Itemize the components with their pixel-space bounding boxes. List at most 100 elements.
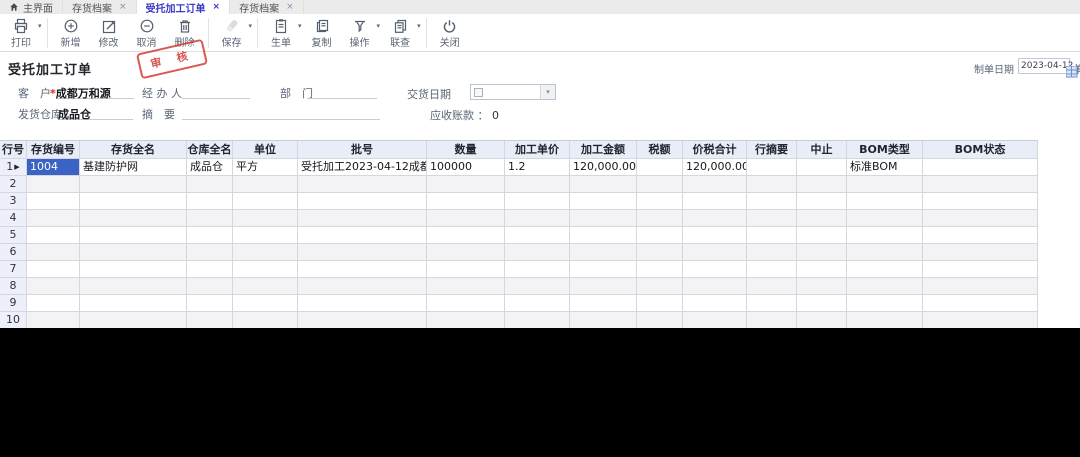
table-cell[interactable] bbox=[847, 193, 923, 210]
table-cell[interactable] bbox=[505, 210, 570, 227]
table-cell[interactable] bbox=[570, 193, 637, 210]
table-cell[interactable] bbox=[797, 227, 847, 244]
table-cell[interactable] bbox=[233, 261, 298, 278]
table-cell[interactable] bbox=[747, 244, 797, 261]
table-cell[interactable] bbox=[923, 210, 1038, 227]
warehouse-value[interactable]: 成品仓 bbox=[58, 106, 133, 120]
table-cell[interactable] bbox=[80, 210, 187, 227]
column-header[interactable]: 存货编号 bbox=[27, 141, 80, 159]
table-cell[interactable] bbox=[27, 295, 80, 312]
table-cell[interactable] bbox=[80, 193, 187, 210]
table-cell[interactable] bbox=[570, 176, 637, 193]
table-cell[interactable] bbox=[747, 278, 797, 295]
table-cell[interactable] bbox=[683, 176, 747, 193]
table-cell[interactable] bbox=[923, 244, 1038, 261]
table-cell[interactable] bbox=[797, 261, 847, 278]
table-cell[interactable] bbox=[427, 176, 505, 193]
新增-button[interactable]: 新增 bbox=[52, 17, 90, 49]
table-cell[interactable] bbox=[683, 244, 747, 261]
table-cell[interactable] bbox=[637, 210, 683, 227]
table-cell[interactable] bbox=[27, 193, 80, 210]
table-cell[interactable] bbox=[637, 244, 683, 261]
table-cell[interactable]: 120,000.00 bbox=[570, 159, 637, 176]
dropdown-arrow-icon[interactable]: ▾ bbox=[298, 22, 302, 30]
table-cell[interactable] bbox=[637, 261, 683, 278]
row-number-cell[interactable]: 7 bbox=[0, 261, 27, 278]
column-header[interactable]: 仓库全名 bbox=[187, 141, 233, 159]
table-cell[interactable] bbox=[923, 295, 1038, 312]
table-cell[interactable] bbox=[637, 193, 683, 210]
table-cell[interactable]: 平方 bbox=[233, 159, 298, 176]
table-cell[interactable] bbox=[923, 159, 1038, 176]
table-cell[interactable] bbox=[637, 295, 683, 312]
row-number-cell[interactable]: 3 bbox=[0, 193, 27, 210]
table-cell[interactable]: 120,000.00 bbox=[683, 159, 747, 176]
复制-button[interactable]: 复制 bbox=[303, 17, 341, 49]
dropdown-arrow-icon[interactable]: ▾ bbox=[249, 22, 253, 30]
table-cell[interactable] bbox=[298, 193, 427, 210]
table-cell[interactable] bbox=[80, 295, 187, 312]
table-cell[interactable] bbox=[505, 312, 570, 328]
table-cell[interactable] bbox=[80, 176, 187, 193]
table-cell[interactable] bbox=[27, 278, 80, 295]
table-cell[interactable] bbox=[505, 227, 570, 244]
column-header[interactable]: 税额 bbox=[637, 141, 683, 159]
table-cell[interactable] bbox=[847, 244, 923, 261]
table-cell[interactable] bbox=[427, 278, 505, 295]
table-cell[interactable] bbox=[570, 227, 637, 244]
summary-field[interactable] bbox=[182, 106, 380, 120]
table-cell[interactable] bbox=[847, 295, 923, 312]
table-cell[interactable] bbox=[187, 227, 233, 244]
table-cell[interactable] bbox=[637, 159, 683, 176]
修改-button[interactable]: 修改 bbox=[90, 17, 128, 49]
保存-button[interactable]: 保存 bbox=[213, 17, 251, 49]
table-cell[interactable] bbox=[570, 312, 637, 328]
row-number-cell[interactable]: 9 bbox=[0, 295, 27, 312]
table-cell[interactable] bbox=[505, 244, 570, 261]
table-cell[interactable] bbox=[505, 261, 570, 278]
table-cell[interactable] bbox=[747, 295, 797, 312]
row-number-cell[interactable]: 2 bbox=[0, 176, 27, 193]
table-cell[interactable] bbox=[797, 295, 847, 312]
table-cell[interactable] bbox=[298, 244, 427, 261]
table-cell[interactable] bbox=[923, 261, 1038, 278]
column-header[interactable]: 行摘要 bbox=[747, 141, 797, 159]
table-cell[interactable] bbox=[797, 193, 847, 210]
column-settings-icon[interactable] bbox=[1066, 66, 1078, 81]
tab-存货档案[interactable]: 存货档案× bbox=[230, 0, 304, 14]
dropdown-arrow-icon[interactable]: ▾ bbox=[38, 22, 42, 30]
table-cell[interactable] bbox=[847, 227, 923, 244]
column-header[interactable]: 加工金额 bbox=[570, 141, 637, 159]
table-cell[interactable] bbox=[637, 312, 683, 328]
关闭-button[interactable]: 关闭 bbox=[431, 17, 469, 49]
table-cell[interactable] bbox=[233, 176, 298, 193]
table-cell[interactable] bbox=[233, 312, 298, 328]
table-cell[interactable] bbox=[683, 278, 747, 295]
table-cell[interactable] bbox=[233, 210, 298, 227]
column-header[interactable]: BOM状态 bbox=[923, 141, 1038, 159]
column-header[interactable]: 加工单价 bbox=[505, 141, 570, 159]
table-cell[interactable] bbox=[427, 312, 505, 328]
table-cell[interactable] bbox=[637, 227, 683, 244]
table-cell[interactable] bbox=[505, 193, 570, 210]
table-cell[interactable] bbox=[27, 312, 80, 328]
table-cell[interactable] bbox=[747, 312, 797, 328]
column-header[interactable]: 批号 bbox=[298, 141, 427, 159]
table-cell[interactable] bbox=[27, 210, 80, 227]
table-cell[interactable] bbox=[233, 227, 298, 244]
table-cell[interactable] bbox=[570, 278, 637, 295]
table-cell[interactable]: 受托加工2023-04-12成都万和源 bbox=[298, 159, 427, 176]
table-cell[interactable] bbox=[847, 278, 923, 295]
table-cell[interactable] bbox=[747, 159, 797, 176]
table-cell[interactable] bbox=[187, 244, 233, 261]
agent-field[interactable] bbox=[182, 85, 250, 99]
date-dropdown-button[interactable]: ▾ bbox=[540, 85, 555, 99]
table-cell[interactable] bbox=[683, 295, 747, 312]
生单-button[interactable]: 生单 bbox=[262, 17, 300, 49]
tab-存货档案[interactable]: 存货档案× bbox=[63, 0, 137, 14]
table-cell[interactable] bbox=[187, 193, 233, 210]
close-icon[interactable]: × bbox=[286, 2, 294, 12]
table-cell[interactable] bbox=[298, 312, 427, 328]
row-number-cell[interactable]: 4 bbox=[0, 210, 27, 227]
table-cell[interactable] bbox=[747, 210, 797, 227]
